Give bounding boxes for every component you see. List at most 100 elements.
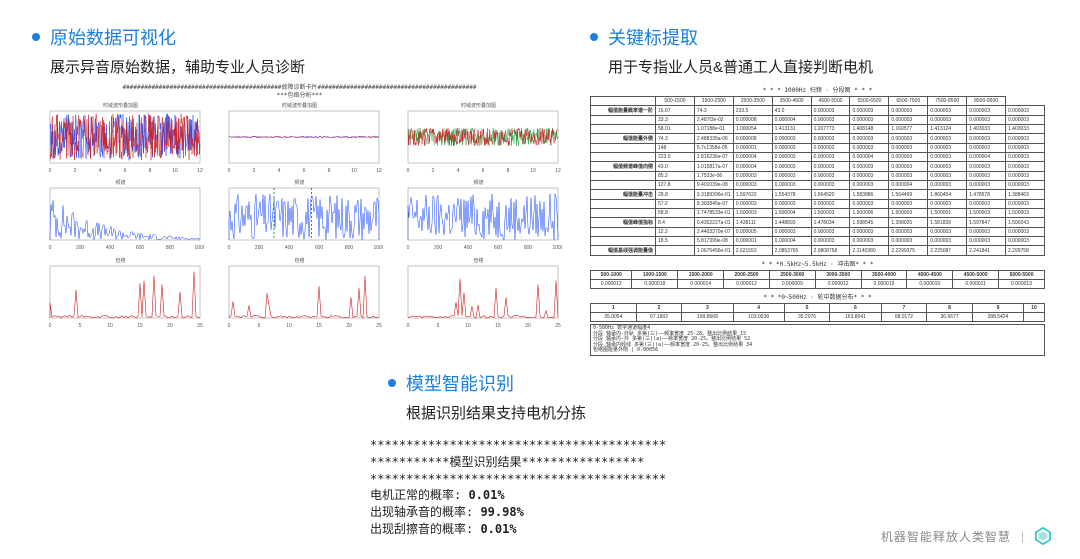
prob-bearing: 出现轴承音的概率: 99.98% — [370, 504, 740, 521]
svg-text:6: 6 — [124, 168, 127, 173]
prob-scrape: 出现刮擦音的概率: 0.01% — [370, 521, 740, 538]
table-header-line: * * * 1000Hz 扫频 · 分段图 * * * — [590, 85, 1045, 94]
svg-text:200: 200 — [76, 245, 85, 250]
svg-text:600: 600 — [494, 245, 503, 250]
star-line: ****************************************… — [370, 437, 740, 454]
section-header-bottom: 模型智能识别 — [388, 370, 740, 396]
svg-text:0: 0 — [407, 168, 410, 173]
svg-text:400: 400 — [106, 245, 115, 250]
svg-text:8: 8 — [328, 168, 331, 173]
mini-chart-title: 频谱 — [211, 179, 388, 186]
model-result-block: ****************************************… — [370, 437, 740, 538]
section-subtitle-bottom: 根据识别结果支持电机分拣 — [370, 402, 740, 423]
svg-text:10: 10 — [286, 323, 292, 328]
notes-block: 0-500Hz 数字通道幅度4分段 轴承内-外轨 多第(三)——频率宽度 25-… — [590, 324, 1045, 356]
mini-chart: 时域波形叠加图 024681012 — [390, 101, 567, 176]
svg-text:400: 400 — [464, 245, 473, 250]
svg-text:0: 0 — [407, 245, 410, 250]
bullet-icon — [590, 33, 598, 41]
svg-text:4: 4 — [278, 168, 281, 173]
band-table: 500-10001000-15001500-20002000-25002500-… — [590, 270, 1045, 289]
svg-text:0: 0 — [407, 323, 410, 328]
mini-chart-title: 频谱 — [32, 179, 209, 186]
footer-branding: 机器智能释放人类智慧 | — [881, 527, 1052, 545]
feature-table: 500-15001500-25002500-35003500-45004500-… — [590, 96, 1045, 256]
prob-bearing-label: 出现轴承音的概率: — [370, 505, 480, 519]
svg-text:25: 25 — [197, 323, 203, 328]
bullet-icon — [32, 33, 40, 41]
env-table: 1234567891035.005467.1802199.8668103.003… — [590, 303, 1045, 322]
svg-text:0: 0 — [49, 245, 52, 250]
svg-text:15: 15 — [137, 323, 143, 328]
section-subtitle-right: 用于专指业人员&普通工人直接判断电机 — [590, 56, 1045, 77]
svg-text:10: 10 — [107, 323, 113, 328]
svg-text:15: 15 — [495, 323, 501, 328]
prob-normal-value: 0.01% — [468, 488, 504, 502]
svg-text:2: 2 — [74, 168, 77, 173]
svg-text:200: 200 — [434, 245, 443, 250]
prob-scrape-value: 0.01% — [480, 522, 516, 536]
svg-text:15: 15 — [316, 323, 322, 328]
section-header-right: 关键标提取 — [590, 24, 1045, 50]
prob-normal-label: 电机正常的概率: — [370, 488, 468, 502]
svg-text:4: 4 — [99, 168, 102, 173]
charts-header-2: ***包络分析*** — [32, 93, 567, 99]
mini-chart-title: 时域波形叠加图 — [390, 102, 567, 109]
raw-data-charts-panel: ########################################… — [32, 85, 567, 331]
svg-text:4: 4 — [457, 168, 460, 173]
svg-text:5: 5 — [437, 323, 440, 328]
svg-text:6: 6 — [482, 168, 485, 173]
footer-separator: | — [1021, 529, 1024, 543]
mini-chart: 频谱 02004006008001000 — [32, 178, 209, 253]
svg-text:1000: 1000 — [373, 245, 383, 250]
section-title-bottom: 模型智能识别 — [406, 370, 514, 396]
section-title-right: 关键标提取 — [608, 24, 698, 50]
svg-text:5: 5 — [258, 323, 261, 328]
svg-text:10: 10 — [465, 323, 471, 328]
svg-text:800: 800 — [345, 245, 354, 250]
svg-text:12: 12 — [197, 168, 203, 173]
section-header-left: 原始数据可视化 — [32, 24, 567, 50]
svg-text:25: 25 — [555, 323, 561, 328]
feature-table-panel: * * * 1000Hz 扫频 · 分段图 * * * 500-15001500… — [590, 85, 1045, 356]
section-title-left: 原始数据可视化 — [50, 24, 176, 50]
svg-text:5: 5 — [79, 323, 82, 328]
svg-text:8: 8 — [507, 168, 510, 173]
mini-chart: 包络 0510152025 — [390, 256, 567, 331]
band-header-line: * * *0.5kHz~5.5kHz · 冲击图* * * — [590, 259, 1045, 268]
mini-chart: 包络 0510152025 — [211, 256, 388, 331]
svg-text:20: 20 — [167, 323, 173, 328]
svg-text:12: 12 — [555, 168, 561, 173]
mini-chart-title: 包络 — [390, 257, 567, 264]
svg-text:0: 0 — [228, 245, 231, 250]
prob-bearing-value: 99.98% — [480, 505, 523, 519]
svg-text:10: 10 — [351, 168, 357, 173]
prob-scrape-label: 出现刮擦音的概率: — [370, 522, 480, 536]
svg-text:6: 6 — [303, 168, 306, 173]
mini-chart-title: 频谱 — [390, 179, 567, 186]
mini-chart: 时域波形叠加图 024681012 — [211, 101, 388, 176]
logo-icon — [1034, 527, 1052, 545]
svg-text:400: 400 — [285, 245, 294, 250]
section-subtitle-left: 展示异音原始数据，辅助专业人员诊断 — [32, 56, 567, 77]
svg-text:800: 800 — [166, 245, 175, 250]
bullet-icon — [388, 379, 396, 387]
mini-chart: 频谱 02004006008001000 — [211, 178, 388, 253]
svg-text:8: 8 — [149, 168, 152, 173]
svg-text:0: 0 — [228, 323, 231, 328]
svg-text:10: 10 — [530, 168, 536, 173]
svg-text:0: 0 — [49, 168, 52, 173]
mini-chart-title: 包络 — [32, 257, 209, 264]
star-line: ****************************************… — [370, 471, 740, 488]
svg-text:200: 200 — [255, 245, 264, 250]
mini-chart: 频谱 0 200 400 600 800 1000 — [390, 178, 567, 253]
svg-text:10: 10 — [172, 168, 178, 173]
svg-text:800: 800 — [524, 245, 533, 250]
footer-tagline: 机器智能释放人类智慧 — [881, 528, 1011, 545]
mini-chart-title: 时域波形叠加图 — [211, 102, 388, 109]
svg-text:1000: 1000 — [552, 245, 562, 250]
charts-header-1: ########################################… — [32, 85, 567, 91]
mini-chart-title: 包络 — [211, 257, 388, 264]
mini-chart-title: 时域波形叠加图 — [32, 102, 209, 109]
prob-normal: 电机正常的概率: 0.01% — [370, 487, 740, 504]
